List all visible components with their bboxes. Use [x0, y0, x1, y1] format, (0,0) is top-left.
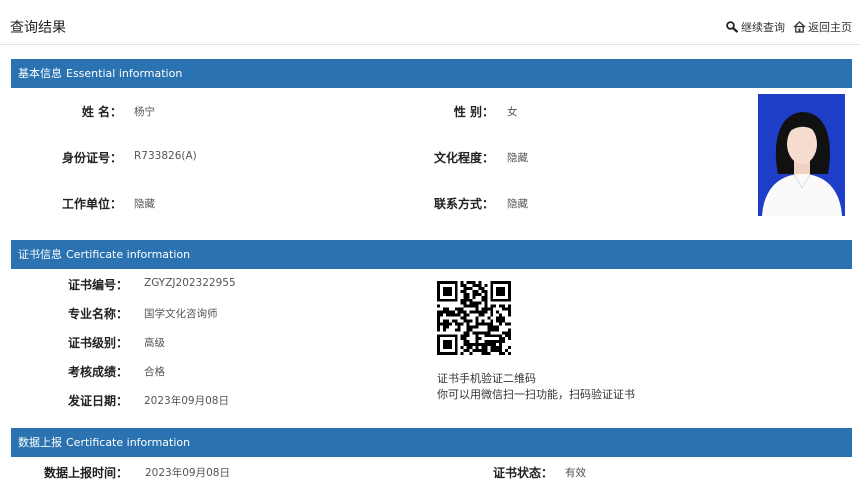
- major-value: 国学文化咨询师: [144, 308, 218, 320]
- certificate-number-label: 证书编号：: [67, 278, 128, 292]
- name-label: 姓 名：: [81, 105, 122, 119]
- qr-caption-instruction: 你可以用微信扫一扫功能，扫码验证证书: [437, 388, 635, 401]
- report-time-value: 2023年09月08日: [145, 467, 230, 479]
- id-number-label: 身份证号：: [61, 151, 122, 165]
- data-report-title-en: Certificate information: [66, 436, 191, 449]
- certificate-status-label: 证书状态：: [492, 466, 553, 480]
- continue-search-label: 继续查询: [741, 21, 785, 34]
- certificate-info-section-bar: 证书信息 Certificate information: [11, 240, 852, 269]
- continue-search-link[interactable]: 继续查询: [726, 19, 785, 35]
- page-title: 查询结果: [10, 20, 66, 36]
- score-label: 考核成绩：: [67, 365, 128, 379]
- certificate-level-label: 证书级别：: [67, 336, 128, 350]
- certificate-status-value: 有效: [565, 467, 586, 479]
- name-value: 杨宁: [134, 106, 155, 118]
- contact-label: 联系方式：: [433, 197, 494, 211]
- basic-info-title-en: Essential information: [66, 67, 183, 80]
- header-links: 继续查询 返回主页: [726, 19, 852, 35]
- report-time-label: 数据上报时间：: [43, 466, 128, 480]
- basic-info-title-cn: 基本信息: [18, 67, 62, 80]
- home-icon: [793, 21, 806, 33]
- gender-label: 性 别：: [453, 105, 494, 119]
- issue-date-value: 2023年09月08日: [144, 395, 229, 407]
- data-report-section-bar: 数据上报 Certificate information: [11, 428, 852, 457]
- work-unit-label: 工作单位：: [61, 197, 122, 211]
- score-value: 合格: [144, 366, 165, 378]
- qr-code[interactable]: [437, 281, 511, 355]
- contact-value: 隐藏: [507, 198, 528, 210]
- certificate-number-value: ZGYZJ202322955: [144, 277, 236, 289]
- data-report-title-cn: 数据上报: [18, 436, 62, 449]
- page-header: 查询结果 继续查询 返回主页: [0, 0, 860, 45]
- issue-date-label: 发证日期：: [67, 394, 128, 408]
- search-icon: [726, 21, 739, 33]
- major-label: 专业名称：: [67, 307, 128, 321]
- id-number-value: R733826(A): [134, 150, 197, 162]
- education-label: 文化程度：: [433, 151, 494, 165]
- work-unit-value: 隐藏: [134, 198, 155, 210]
- portrait-photo: [758, 94, 845, 216]
- certificate-info-title-cn: 证书信息: [18, 248, 62, 261]
- avatar: [758, 94, 845, 216]
- gender-value: 女: [507, 106, 518, 118]
- education-value: 隐藏: [507, 152, 528, 164]
- home-link[interactable]: 返回主页: [793, 19, 852, 35]
- certificate-info-title-en: Certificate information: [66, 248, 191, 261]
- basic-info-section-bar: 基本信息 Essential information: [11, 59, 852, 88]
- home-label: 返回主页: [808, 21, 852, 34]
- certificate-level-value: 高级: [144, 337, 165, 349]
- qr-caption-title: 证书手机验证二维码: [437, 372, 536, 385]
